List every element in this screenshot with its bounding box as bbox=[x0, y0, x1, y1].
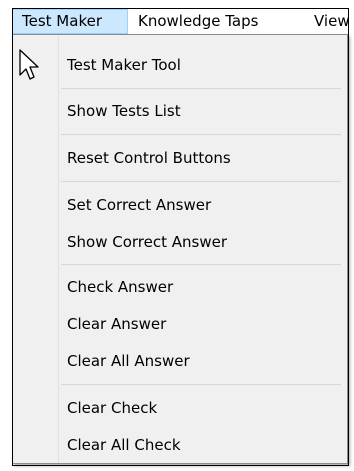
menu-item-reset-control-buttons[interactable]: Reset Control Buttons bbox=[67, 144, 231, 172]
menu-icon-column bbox=[13, 35, 59, 463]
menu-item-show-correct-answer[interactable]: Show Correct Answer bbox=[67, 228, 227, 256]
menu-separator bbox=[61, 88, 341, 89]
menu-separator bbox=[61, 384, 341, 385]
menu-view[interactable]: View bbox=[314, 9, 350, 34]
menu-item-show-tests-list[interactable]: Show Tests List bbox=[67, 97, 181, 125]
menu-separator bbox=[61, 134, 341, 135]
menu-item-clear-check[interactable]: Clear Check bbox=[67, 394, 157, 422]
test-maker-dropdown: Test Maker Tool Show Tests List Reset Co… bbox=[12, 34, 348, 464]
menu-item-clear-answer[interactable]: Clear Answer bbox=[67, 310, 166, 338]
menu-bar: Test Maker Knowledge Taps View bbox=[0, 0, 354, 36]
menu-item-test-maker-tool[interactable]: Test Maker Tool bbox=[67, 51, 181, 79]
menu-item-clear-all-check[interactable]: Clear All Check bbox=[67, 431, 181, 459]
menu-item-set-correct-answer[interactable]: Set Correct Answer bbox=[67, 191, 211, 219]
menu-separator bbox=[61, 181, 341, 182]
menu-item-check-answer[interactable]: Check Answer bbox=[67, 273, 173, 301]
arrow-cursor-icon bbox=[18, 49, 42, 83]
menu-separator bbox=[61, 264, 341, 265]
menu-item-clear-all-answer[interactable]: Clear All Answer bbox=[67, 347, 190, 375]
menu-test-maker[interactable]: Test Maker bbox=[12, 9, 128, 34]
menu-knowledge-taps[interactable]: Knowledge Taps bbox=[138, 9, 258, 34]
